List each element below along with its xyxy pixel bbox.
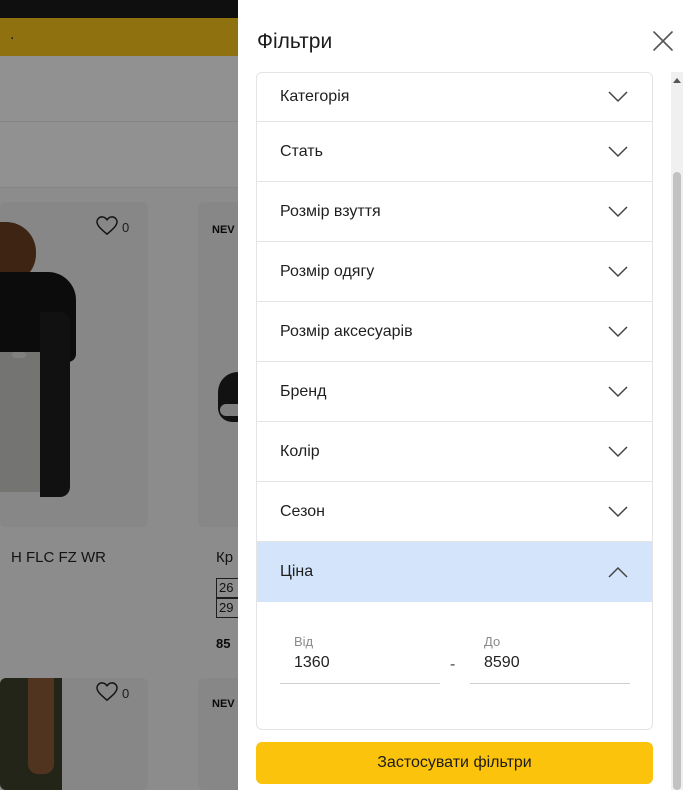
filter-list: Категорія Стать Розмір взуття Розмір одя… [256,72,653,730]
scrollbar[interactable] [671,72,683,790]
chevron-down-icon [608,205,628,217]
close-icon [653,31,673,51]
range-separator: - [450,656,456,673]
price-to-field[interactable]: До [470,632,630,684]
filter-panel: Фільтри Категорія Стать Розмір взуття Ро… [238,0,683,790]
filter-brand[interactable]: Бренд [257,362,652,422]
scroll-up-arrow[interactable] [673,78,681,83]
filter-label: Колір [280,442,320,460]
filter-label: Розмір одягу [280,262,375,280]
filter-price[interactable]: Ціна [257,542,652,602]
filter-clothing-size[interactable]: Розмір одягу [257,242,652,302]
price-to-input[interactable] [484,654,604,672]
filter-gender[interactable]: Стать [257,122,652,182]
filter-season[interactable]: Сезон [257,482,652,542]
filter-shoe-size[interactable]: Розмір взуття [257,182,652,242]
apply-filters-button[interactable]: Застосувати фільтри [256,742,653,784]
scroll-thumb[interactable] [673,172,681,790]
chevron-down-icon [608,91,628,103]
filter-accessory-size[interactable]: Розмір аксесуарів [257,302,652,362]
price-range: Від - До [257,602,652,729]
chevron-down-icon [608,145,628,157]
chevron-down-icon [608,385,628,397]
filter-label: Категорія [280,88,350,105]
panel-title: Фільтри [257,30,333,53]
filter-label: Розмір взуття [280,202,381,220]
chevron-down-icon [608,265,628,277]
chevron-down-icon [608,505,628,517]
price-from-label: Від [294,634,314,649]
chevron-up-icon [608,566,628,578]
filter-label: Ціна [280,563,314,580]
price-from-field[interactable]: Від [280,632,440,684]
close-button[interactable] [650,28,676,54]
filter-color[interactable]: Колір [257,422,652,482]
filter-label: Сезон [280,502,325,520]
filter-category[interactable]: Категорія [257,73,652,122]
chevron-down-icon [608,325,628,337]
filter-label: Бренд [280,382,327,400]
price-from-input[interactable] [294,654,414,672]
filter-label: Розмір аксесуарів [280,322,413,340]
filter-label: Стать [280,142,323,160]
price-to-label: До [484,634,501,649]
chevron-down-icon [608,445,628,457]
